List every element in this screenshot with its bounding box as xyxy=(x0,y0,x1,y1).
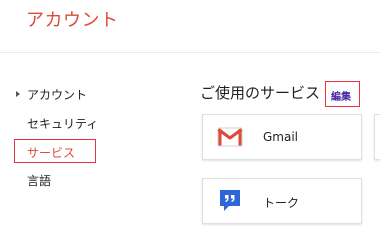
talk-icon xyxy=(220,190,240,211)
sidebar-item-label: アカウント xyxy=(27,88,88,102)
service-card-talk[interactable]: トーク xyxy=(202,178,362,224)
sidebar-item-label: セキュリティ xyxy=(27,117,99,131)
sidebar-item-language[interactable]: 言語 xyxy=(27,172,51,189)
section-title: ご使用のサービス xyxy=(200,84,321,102)
services-highlight-box xyxy=(14,139,96,163)
page-header: アカウント xyxy=(0,0,380,53)
expand-arrow-icon[interactable] xyxy=(16,91,20,97)
page-title: アカウント xyxy=(26,10,119,31)
gmail-icon xyxy=(217,127,243,147)
sidebar-item-security[interactable]: セキュリティ xyxy=(27,115,98,132)
edit-highlight-box xyxy=(325,81,360,107)
service-card-gmail[interactable]: Gmail xyxy=(202,114,362,160)
service-label: Gmail xyxy=(263,130,299,144)
sidebar-item-account[interactable]: アカウント xyxy=(16,86,88,103)
sidebar-item-label: 言語 xyxy=(27,174,52,188)
service-card-partial[interactable] xyxy=(374,114,380,160)
service-label: トーク xyxy=(263,196,300,210)
